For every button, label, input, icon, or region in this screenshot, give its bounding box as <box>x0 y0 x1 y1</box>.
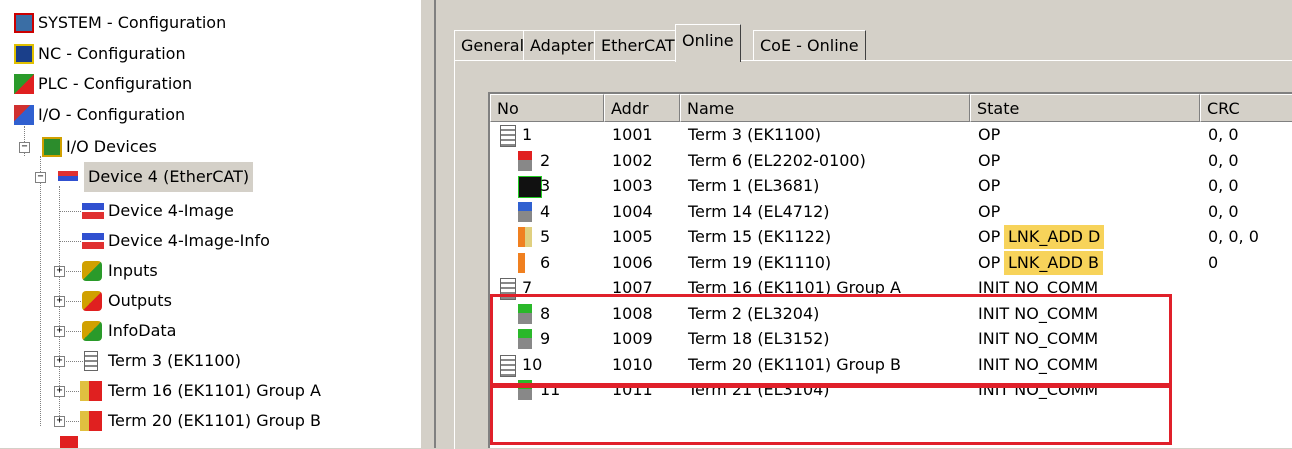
expand-toggle[interactable]: + <box>54 326 65 337</box>
cell-name: Term 19 (EK1110) <box>688 252 832 272</box>
inputs-icon <box>82 261 102 281</box>
coupler-group-icon <box>80 381 102 401</box>
terminal-icon <box>500 125 516 147</box>
column-header-crc[interactable]: CRC <box>1200 94 1292 122</box>
properties-panel: General Adapter EtherCAT Online CoE - On… <box>436 0 1292 449</box>
cell-no: 1 <box>522 125 533 144</box>
coupler-icon <box>84 351 98 371</box>
cell-state: OP <box>978 227 1001 246</box>
cell-crc: 0, 0 <box>1208 176 1239 195</box>
coupler-group-icon <box>80 411 102 431</box>
ethercat-device-icon <box>58 171 78 181</box>
image-info-icon <box>82 233 104 249</box>
collapse-toggle[interactable]: − <box>19 142 30 153</box>
expand-toggle[interactable]: + <box>54 386 65 397</box>
cell-addr: 1004 <box>612 201 653 221</box>
terminal-icon <box>518 176 542 198</box>
collapse-toggle[interactable]: − <box>35 172 46 183</box>
cell-name: Term 3 (EK1100) <box>688 125 821 144</box>
cell-addr: 1005 <box>612 227 653 246</box>
tab-online[interactable]: Online <box>675 24 741 62</box>
table-row[interactable]: 1 1001 Term 3 (EK1100) OP 0, 0 <box>490 123 1292 147</box>
plc-icon <box>14 74 34 94</box>
io-devices-icon <box>42 137 62 157</box>
cell-state: OP <box>978 201 1001 221</box>
column-header-no[interactable]: No <box>490 94 604 122</box>
group-a-highlight-box <box>490 294 1172 386</box>
cell-crc: 0, 0 <box>1208 150 1239 170</box>
cell-addr: 1006 <box>612 252 653 272</box>
table-row[interactable]: 5 1005 Term 15 (EK1122) OP LNK_ADD D 0, 0, 0 <box>490 225 1292 249</box>
cell-name: Term 1 (EL3681) <box>688 176 820 195</box>
column-header-name[interactable]: Name <box>680 94 970 122</box>
expand-toggle[interactable]: + <box>54 356 65 367</box>
cell-no: 4 <box>540 201 551 221</box>
partial-item-icon <box>60 436 78 448</box>
terminal-icon <box>518 201 532 222</box>
nc-icon <box>14 44 34 64</box>
cell-state: OP <box>978 176 1001 195</box>
table-row[interactable]: 2 1002 Term 6 (EL2202-0100) OP 0, 0 <box>490 149 1292 173</box>
terminal-icon <box>518 252 532 273</box>
cell-crc: 0 <box>1208 252 1219 272</box>
terminal-icon <box>518 227 532 247</box>
cell-no: 3 <box>540 176 551 195</box>
terminal-icon <box>518 150 532 171</box>
io-icon <box>14 105 34 125</box>
cell-crc: 0, 0, 0 <box>1208 227 1259 246</box>
tab-adapter[interactable]: Adapter <box>523 30 601 60</box>
column-header-state[interactable]: State <box>970 94 1200 122</box>
tab-ethercat[interactable]: EtherCAT <box>594 30 682 60</box>
cell-name: Term 15 (EK1122) <box>688 227 832 246</box>
cell-state: OP <box>978 125 1001 144</box>
cell-no: 5 <box>540 227 551 246</box>
image-icon <box>82 203 104 219</box>
cell-addr: 1001 <box>612 125 653 144</box>
cell-crc: 0, 0 <box>1208 125 1239 144</box>
cell-addr: 1002 <box>612 150 653 170</box>
group-b-highlight-box <box>490 385 1172 445</box>
tree-connector <box>59 211 83 212</box>
tab-coe-online[interactable]: CoE - Online <box>753 30 866 60</box>
infodata-icon <box>82 321 102 341</box>
config-tree[interactable]: SYSTEM - Configuration NC - Configuratio… <box>0 0 420 448</box>
expand-toggle[interactable]: + <box>54 296 65 307</box>
tree-connector <box>40 156 41 426</box>
cell-state: OP <box>978 252 1001 272</box>
table-row[interactable]: 3 1003 Term 1 (EL3681) OP 0, 0 <box>490 174 1292 198</box>
cell-link-flag: LNK_ADD B <box>1004 250 1104 275</box>
cell-crc: 0, 0 <box>1208 201 1239 221</box>
tab-general[interactable]: General <box>454 30 532 60</box>
cell-state: OP <box>978 150 1001 170</box>
tree-connector <box>59 241 83 242</box>
expand-toggle[interactable]: + <box>54 266 65 277</box>
cell-addr: 1003 <box>612 176 653 195</box>
outputs-icon <box>82 291 102 311</box>
system-icon <box>14 13 34 33</box>
cell-name: Term 6 (EL2202-0100) <box>688 150 866 170</box>
cell-no: 6 <box>540 252 551 272</box>
cell-no: 2 <box>540 150 551 170</box>
cell-name: Term 14 (EL4712) <box>688 201 830 221</box>
table-row[interactable]: 4 1004 Term 14 (EL4712) OP 0, 0 <box>490 200 1292 224</box>
expand-toggle[interactable]: + <box>54 416 65 427</box>
cell-link-flag: LNK_ADD D <box>1004 225 1105 249</box>
table-row[interactable]: 6 1006 Term 19 (EK1110) OP LNK_ADD B 0 <box>490 250 1292 275</box>
column-header-addr[interactable]: Addr <box>604 94 680 122</box>
